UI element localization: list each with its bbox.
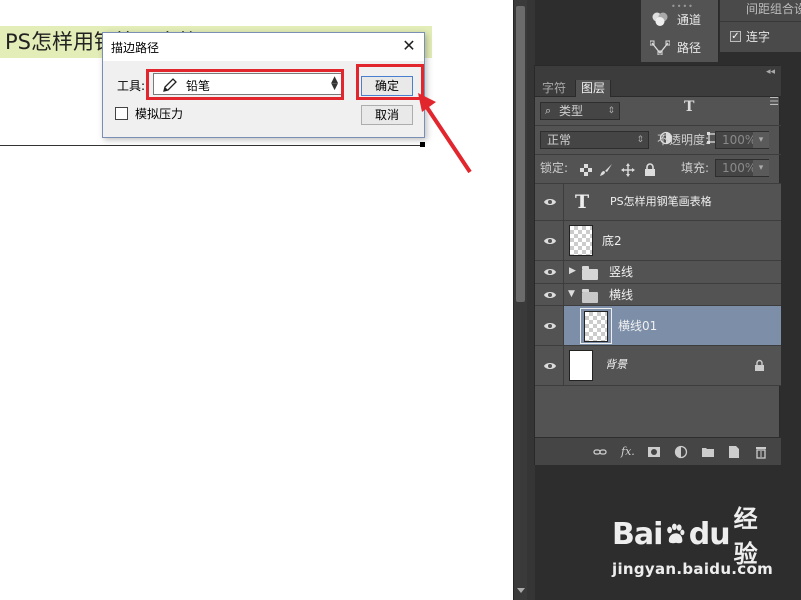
path-line — [0, 145, 424, 146]
fill-label: 填充: — [681, 161, 710, 175]
panel-tabs: 字符 图层 ☰ — [535, 80, 781, 108]
paragraph-panel: 间距组合设 ✓ 连字 — [720, 0, 801, 52]
layer-name: 横线01 — [618, 319, 658, 333]
brand-right: du — [688, 516, 731, 552]
channels-icon — [649, 10, 671, 28]
layers-panel: ◂◂ 字符 图层 ☰ ⌕ 类型 ⇕ T 正常 ⇕ 不透明度: 100% ▾ 锁定… — [534, 65, 781, 465]
collapse-panel-icon[interactable]: ◂◂ — [766, 67, 775, 77]
trash-icon[interactable] — [754, 445, 768, 459]
filter-kind-select[interactable]: ⌕ 类型 ⇕ — [540, 102, 620, 120]
search-icon: ⌕ — [545, 104, 552, 117]
baidu-jingyan-watermark: Bai du 经验 jingyan.baidu.com — [612, 505, 774, 584]
eye-icon[interactable] — [543, 290, 557, 300]
watermark-url: jingyan.baidu.com — [612, 560, 774, 578]
tab-character[interactable]: 字符 — [537, 80, 571, 97]
link-icon[interactable] — [593, 445, 607, 459]
fx-icon[interactable]: fx. — [621, 445, 635, 459]
opacity-label: 不透明度: — [657, 133, 710, 147]
folder-icon — [582, 266, 598, 280]
new-group-icon[interactable] — [701, 445, 715, 459]
mask-icon[interactable] — [647, 445, 661, 459]
eye-icon[interactable] — [543, 267, 557, 277]
open-folder-icon — [582, 289, 598, 303]
new-layer-icon[interactable] — [727, 445, 741, 459]
dialog-title: 描边路径 — [111, 41, 160, 55]
group-row[interactable]: ▶ 竖线 — [535, 261, 781, 284]
chevron-updown-icon: ⇕ — [636, 135, 644, 145]
layer-name: 背景 — [605, 358, 627, 371]
chevron-down-icon[interactable]: ▼ — [568, 289, 575, 299]
simulate-pressure-label: 模拟压力 — [135, 107, 184, 121]
ligature-checkbox[interactable]: ✓ 连字 — [730, 28, 770, 45]
paths-item[interactable]: 路径 — [649, 36, 701, 58]
baidu-logo: Bai du 经验 — [612, 505, 772, 568]
channels-paths-panel: •••• 通道 路径 — [641, 0, 719, 62]
tool-label: 工具: — [117, 79, 146, 93]
scroll-down-arrow-icon[interactable] — [517, 588, 525, 593]
chevron-down-icon[interactable]: ▾ — [753, 160, 769, 176]
layer-thumbnail — [569, 350, 593, 381]
paw-icon — [667, 523, 685, 544]
scrollbar-thumb[interactable] — [516, 6, 525, 302]
eye-icon[interactable] — [543, 236, 557, 246]
highlight-tool-select — [146, 69, 344, 100]
layers-bottom-toolbar: fx. — [535, 437, 781, 465]
brand-left: Bai — [612, 516, 663, 552]
chevron-updown-icon: ⇕ — [607, 106, 615, 116]
type-filter-icon[interactable]: T — [684, 99, 694, 115]
chevron-down-icon[interactable]: ▾ — [753, 132, 769, 148]
canvas-scrollbar[interactable] — [513, 0, 527, 600]
paths-icon — [649, 38, 671, 56]
opacity-input[interactable]: 100% ▾ — [715, 131, 769, 149]
lock-row: 锁定: 填充: 100% ▾ — [535, 155, 781, 184]
screen: PS怎样用钢笔画表格 •••• 通道 路径 间距组合设 ✓ 连字 — [0, 0, 801, 600]
paths-label: 路径 — [677, 40, 702, 55]
channels-item[interactable]: 通道 — [649, 8, 701, 30]
lock-label: 锁定: — [540, 161, 569, 175]
layer-row-text[interactable]: T PS怎样用钢笔画表格 — [535, 184, 781, 221]
layer-name: 底2 — [602, 234, 622, 248]
lock-all-icon[interactable] — [643, 163, 657, 177]
blend-row: 正常 ⇕ 不透明度: 100% ▾ — [535, 126, 781, 155]
layer-filter-row: ⌕ 类型 ⇕ T — [535, 97, 781, 147]
tab-layers[interactable]: 图层 — [575, 80, 612, 97]
ligature-label: 连字 — [746, 30, 771, 44]
eye-icon[interactable] — [543, 361, 557, 371]
layer-row-selected[interactable]: 横线01 — [535, 306, 781, 346]
close-icon[interactable]: ✕ — [400, 37, 418, 55]
opacity-value: 100% — [722, 133, 757, 147]
fill-input[interactable]: 100% ▾ — [715, 159, 769, 177]
blend-mode-select[interactable]: 正常 ⇕ — [540, 131, 649, 149]
annotation-arrow — [418, 93, 472, 174]
blend-mode-value: 正常 — [547, 133, 572, 147]
lock-transparent-icon[interactable] — [579, 163, 593, 177]
fill-value: 100% — [722, 161, 757, 175]
lock-icon — [755, 359, 764, 371]
filter-kind-value: 类型 — [559, 104, 584, 118]
background-layer-row[interactable]: 背景 — [535, 346, 781, 386]
adjustment-icon[interactable] — [674, 445, 688, 459]
group-name: 横线 — [609, 288, 634, 302]
divider — [720, 21, 801, 22]
spacing-combination-label: 间距组合设 — [746, 2, 801, 16]
group-name: 竖线 — [609, 265, 634, 279]
chevron-right-icon[interactable]: ▶ — [569, 266, 576, 276]
group-row-open[interactable]: ▼ 横线 — [535, 284, 781, 306]
channels-label: 通道 — [677, 12, 702, 27]
simulate-pressure-checkbox[interactable]: 模拟压力 — [115, 105, 183, 122]
eye-icon[interactable] — [543, 197, 557, 207]
layer-row[interactable]: 底2 — [535, 221, 781, 261]
layer-thumbnail — [569, 225, 593, 256]
panel-header-bar[interactable]: ◂◂ — [535, 66, 781, 80]
checkmark-icon: ✓ — [730, 30, 741, 42]
layer-thumbnail — [584, 311, 608, 342]
lock-brush-icon[interactable] — [599, 163, 613, 177]
checkbox-box[interactable] — [115, 107, 128, 120]
text-layer-icon: T — [575, 191, 590, 213]
brand-cn: 经验 — [733, 505, 758, 568]
dialog-titlebar[interactable]: 描边路径 ✕ — [103, 33, 424, 61]
eye-icon[interactable] — [543, 321, 557, 331]
lock-position-icon[interactable] — [621, 163, 635, 177]
layer-name: PS怎样用钢笔画表格 — [610, 195, 712, 208]
